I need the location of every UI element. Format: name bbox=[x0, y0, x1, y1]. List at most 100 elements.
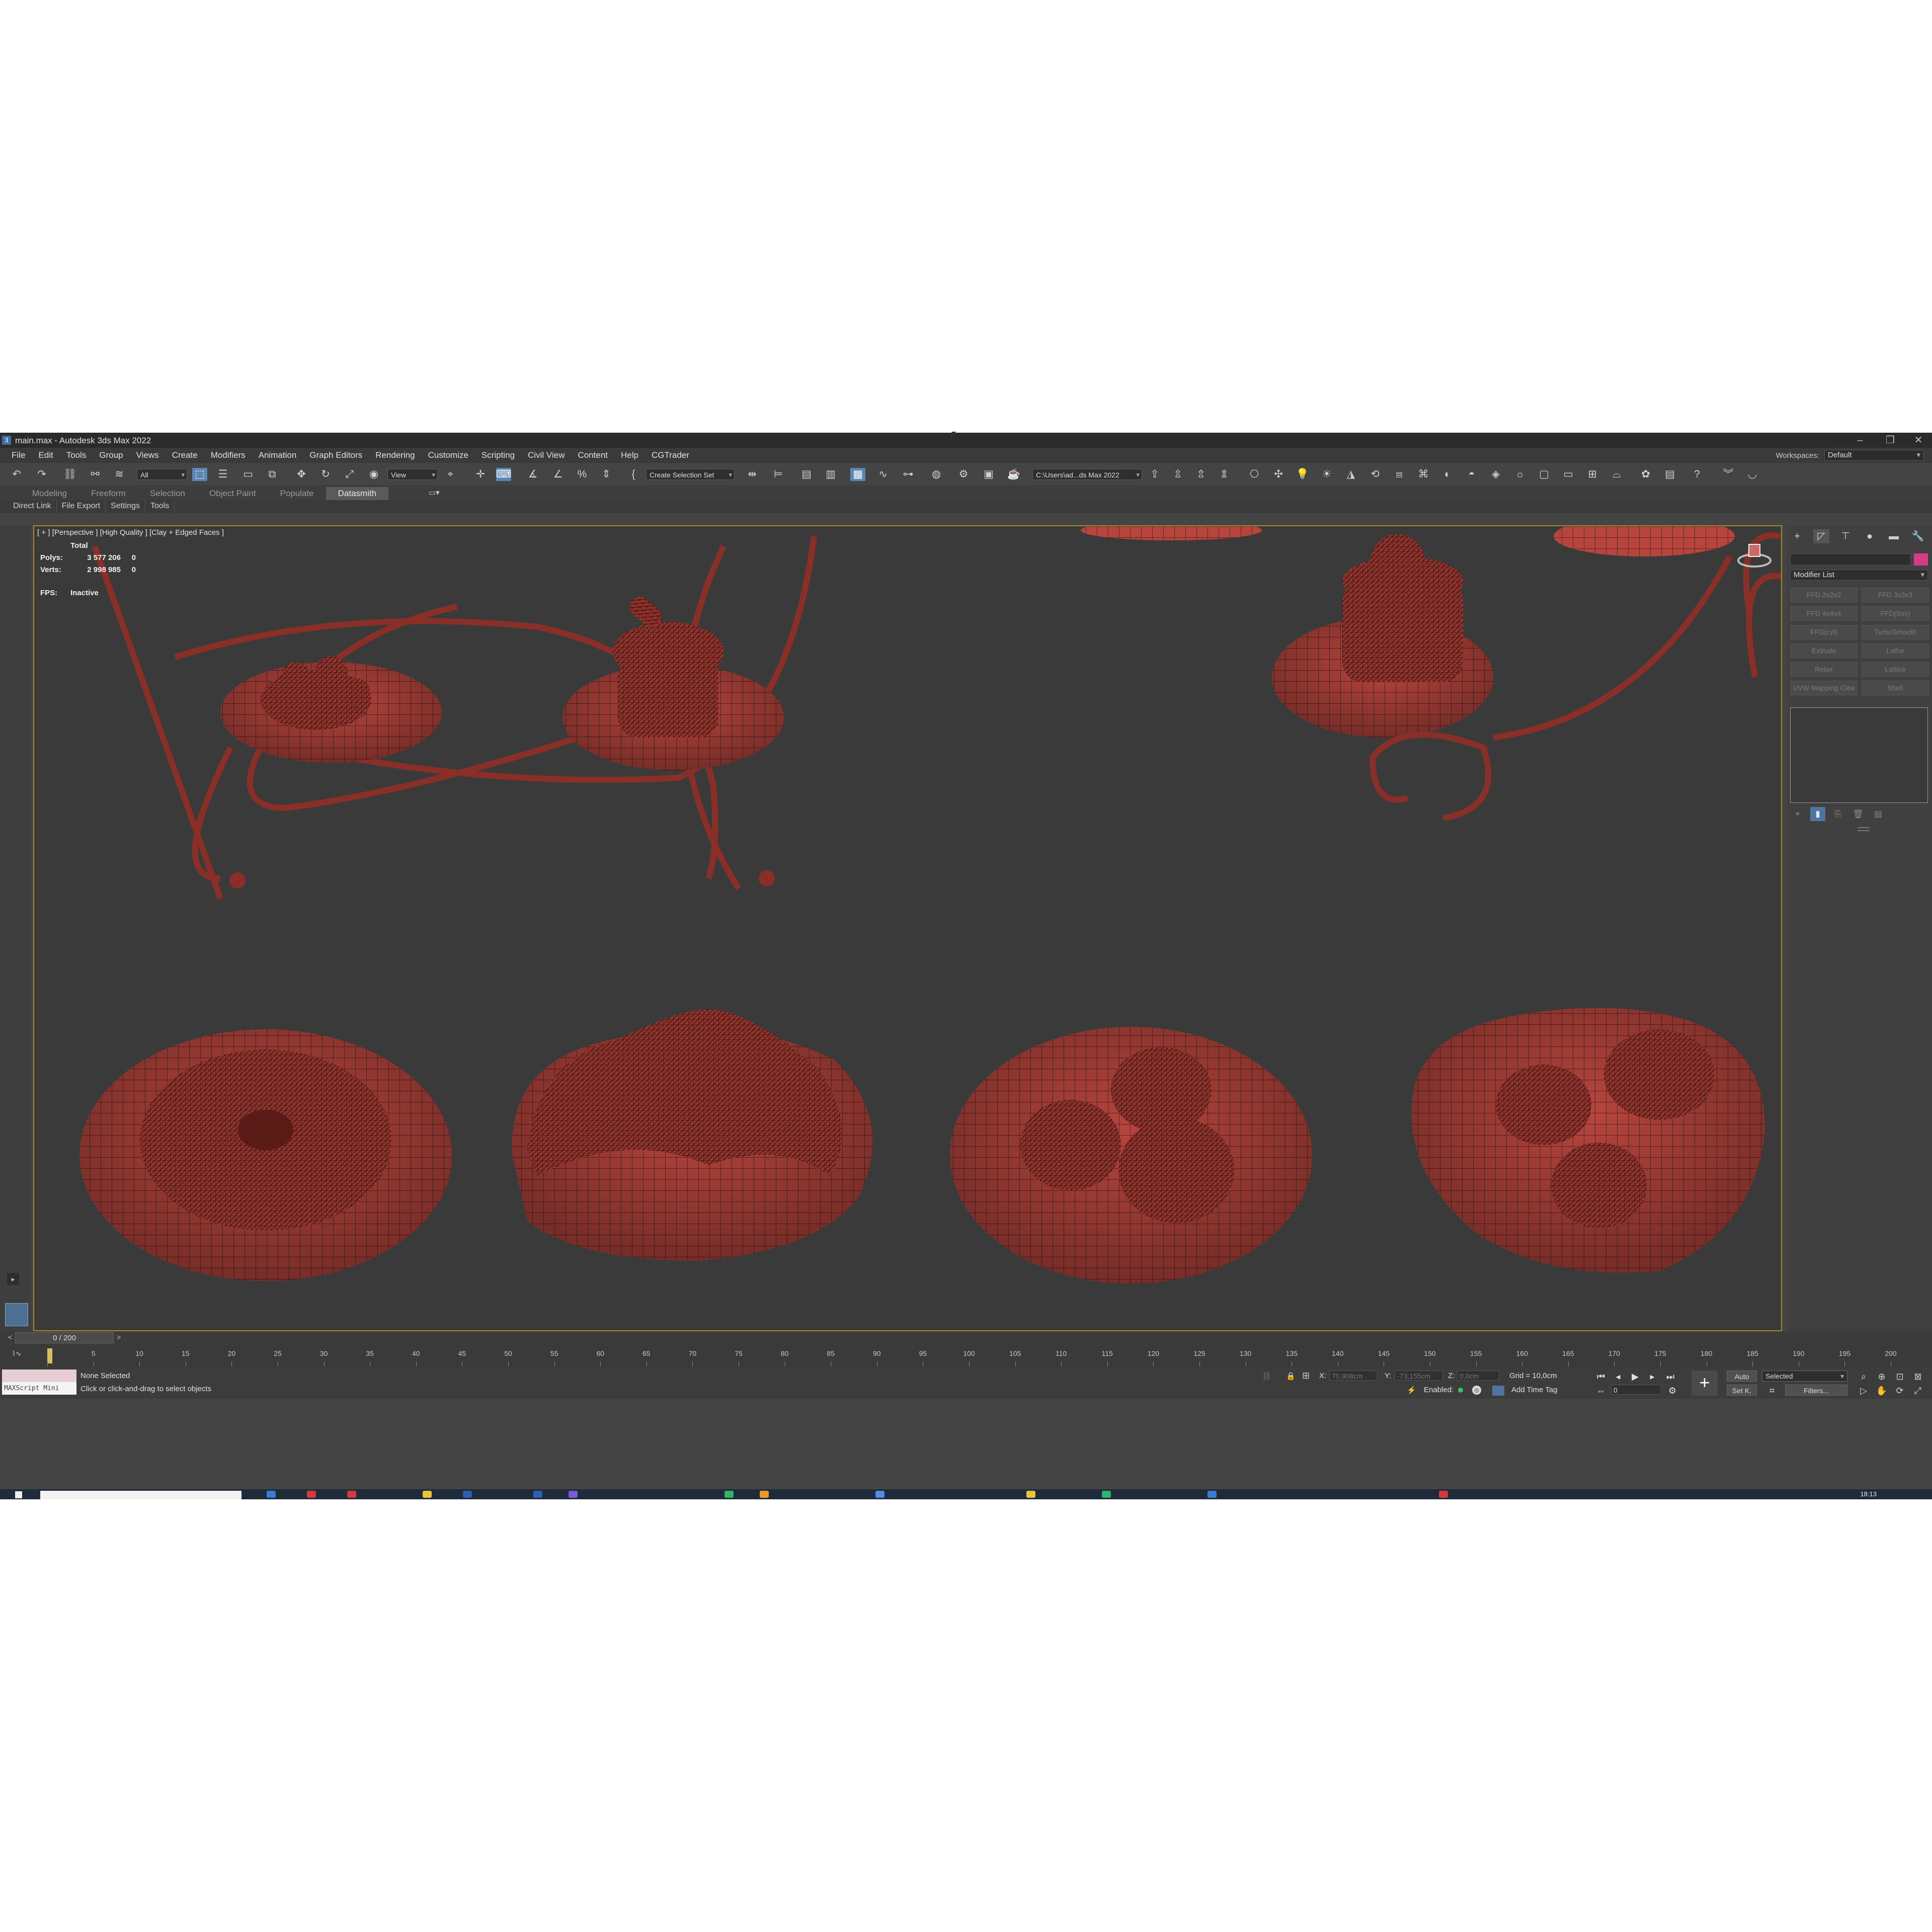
modifier-button[interactable]: Lattice bbox=[1862, 662, 1929, 677]
scale-icon[interactable]: ⤢ bbox=[342, 468, 357, 481]
viewport-layout-icon[interactable] bbox=[5, 1303, 28, 1326]
menu-modifiers[interactable]: Modifiers bbox=[204, 448, 252, 463]
maxscript-output[interactable] bbox=[2, 1370, 76, 1382]
place-icon[interactable]: ◉ bbox=[366, 468, 381, 481]
schematic-view-icon[interactable]: ⊶ bbox=[901, 468, 916, 481]
display-icon[interactable]: ▬ bbox=[1886, 529, 1902, 543]
make-unique-icon[interactable]: ⎘ bbox=[1830, 807, 1845, 821]
orbit-icon[interactable]: ⟳ bbox=[1893, 1385, 1907, 1397]
collapse-icon[interactable]: ︾ bbox=[1721, 468, 1736, 481]
helper-icon[interactable]: ✣ bbox=[1271, 468, 1286, 481]
modifier-button[interactable]: UVW Mapping Clea bbox=[1790, 681, 1858, 695]
zoom-extents-all-icon[interactable]: ⊠ bbox=[1911, 1371, 1925, 1383]
ribbon-tab-datasmith[interactable]: Datasmith bbox=[326, 487, 389, 500]
mirror-geometry-icon[interactable]: ◮ bbox=[1343, 468, 1358, 481]
help-icon[interactable]: ? bbox=[1689, 468, 1705, 481]
project-path-dropdown[interactable]: C:\Users\ad...ds Max 2022 bbox=[1032, 469, 1142, 480]
modifier-button[interactable]: FFD 4x4x4 bbox=[1790, 606, 1858, 621]
minimize-icon[interactable]: – bbox=[1848, 434, 1872, 447]
taskbar-app-icon[interactable] bbox=[347, 1491, 356, 1498]
align-icon[interactable]: ⊨ bbox=[771, 468, 786, 481]
render-view-icon[interactable]: ◈ bbox=[1488, 468, 1503, 481]
taskbar-app-icon[interactable] bbox=[267, 1491, 276, 1498]
taskbar-app-icon[interactable] bbox=[423, 1491, 432, 1498]
restore-icon[interactable]: ❐ bbox=[1879, 434, 1902, 447]
x-coordinate-field[interactable]: 70,908cm bbox=[1329, 1371, 1378, 1381]
menu-scripting[interactable]: Scripting bbox=[475, 448, 521, 463]
key-filters-button[interactable]: Filters... bbox=[1785, 1385, 1847, 1396]
taskbar-app-icon[interactable] bbox=[307, 1491, 316, 1498]
subtab-tools[interactable]: Tools bbox=[145, 500, 175, 513]
3ds-max-icon[interactable]: 3 bbox=[2, 436, 11, 445]
redo-icon[interactable]: ↷ bbox=[34, 468, 49, 481]
utilities-icon[interactable]: 🔧 bbox=[1910, 529, 1926, 543]
ribbon-tab-selection[interactable]: Selection bbox=[138, 487, 197, 500]
goto-end-icon[interactable]: ⏭ bbox=[1663, 1371, 1677, 1383]
mirror-icon[interactable]: ⇹ bbox=[745, 468, 760, 481]
array-icon[interactable]: ⟲ bbox=[1367, 468, 1383, 481]
editor-icon[interactable]: ▤ bbox=[1662, 468, 1677, 481]
modifier-button[interactable]: FFD(cyl) bbox=[1790, 625, 1858, 639]
unlink-icon[interactable]: ⚯ bbox=[88, 468, 103, 481]
viewport-label[interactable]: [ + ] [Perspective ] [High Quality ] [Cl… bbox=[37, 528, 224, 537]
current-frame-marker[interactable] bbox=[47, 1348, 52, 1363]
light-lister-icon[interactable]: ☼ bbox=[1512, 468, 1527, 481]
snaps-toggle-icon[interactable]: ∡ bbox=[525, 468, 540, 481]
grid-icon[interactable]: ⊞ bbox=[1585, 468, 1600, 481]
taskbar-app-icon[interactable] bbox=[1026, 1491, 1035, 1498]
menu-customize[interactable]: Customize bbox=[422, 448, 475, 463]
maximize-viewport-icon[interactable]: ⤢ bbox=[1911, 1385, 1925, 1397]
taskbar-app-icon[interactable] bbox=[1439, 1491, 1448, 1498]
plugin-icon[interactable]: ✿ bbox=[1638, 468, 1653, 481]
object-name-field[interactable] bbox=[1790, 553, 1911, 566]
hierarchy-icon[interactable]: ⊤ bbox=[1837, 529, 1854, 543]
close-icon[interactable]: ✕ bbox=[1907, 434, 1930, 447]
taskbar-app-icon[interactable] bbox=[1208, 1491, 1217, 1498]
prev-frame-icon[interactable]: < bbox=[5, 1332, 15, 1343]
ribbon-tab-populate[interactable]: Populate bbox=[268, 487, 326, 500]
start-icon[interactable] bbox=[15, 1491, 22, 1498]
layer-explorer-icon[interactable]: ▥ bbox=[823, 468, 838, 481]
taskbar-search[interactable] bbox=[40, 1491, 242, 1499]
toggle-ribbon-icon[interactable]: ▦ bbox=[850, 468, 865, 481]
menu-create[interactable]: Create bbox=[166, 448, 204, 463]
select-object-icon[interactable]: ⬚ bbox=[192, 468, 207, 481]
spinner-snap-icon[interactable]: ⇕ bbox=[599, 468, 614, 481]
move-icon[interactable]: ✥ bbox=[294, 468, 309, 481]
camera-icon[interactable]: ⎔ bbox=[1247, 468, 1262, 481]
teapot-icon[interactable]: ⌓ bbox=[1609, 468, 1624, 481]
frame-ruler[interactable]: 5 10 15 20 25 30 35 40 45 50 55 60 65 70 75 80 85 90 95 100… bbox=[47, 1345, 1897, 1367]
rendered-frame-window-icon[interactable]: ▣ bbox=[981, 468, 996, 481]
modifier-button[interactable]: FFD 2x2x2 bbox=[1790, 588, 1858, 602]
select-manipulate-icon[interactable]: ✛ bbox=[473, 468, 488, 481]
field-of-view-icon[interactable]: ▷ bbox=[1857, 1385, 1871, 1397]
subtab-settings[interactable]: Settings bbox=[106, 500, 145, 513]
ribbon-tab-freeform[interactable]: Freeform bbox=[79, 487, 138, 500]
maxscript-listener[interactable]: MAXScript Mini bbox=[2, 1370, 76, 1396]
menu-edit[interactable]: Edit bbox=[32, 448, 59, 463]
clone-icon[interactable]: ⧈ bbox=[1392, 468, 1407, 481]
menu-graph-editors[interactable]: Graph Editors bbox=[303, 448, 369, 463]
rotate-icon[interactable]: ↻ bbox=[318, 468, 333, 481]
datasmith-connections-icon[interactable]: ⇭ bbox=[1217, 468, 1232, 481]
menu-tools[interactable]: Tools bbox=[60, 448, 93, 463]
modifier-button[interactable]: FFD 3x3x3 bbox=[1862, 588, 1929, 602]
taskbar-app-icon[interactable] bbox=[463, 1491, 472, 1498]
redo-cycle-icon[interactable]: ◡ bbox=[1745, 468, 1760, 481]
zoom-icon[interactable]: ⌕ bbox=[1857, 1371, 1871, 1383]
key-filters-icon[interactable]: ⌗ bbox=[1765, 1385, 1779, 1397]
next-key-icon[interactable]: ▸ bbox=[1645, 1371, 1659, 1383]
taskbar-app-icon[interactable] bbox=[875, 1491, 884, 1498]
link-icon[interactable]: ⛓ bbox=[62, 468, 77, 481]
expand-icon[interactable]: ▸ bbox=[7, 1273, 19, 1285]
menu-views[interactable]: Views bbox=[130, 448, 166, 463]
set-key-icon[interactable]: + bbox=[1692, 1371, 1718, 1396]
curve-editor-icon[interactable]: ∿ bbox=[875, 468, 891, 481]
panel-resize-handle[interactable] bbox=[1858, 827, 1870, 831]
datasmith-export-icon[interactable]: ⇫ bbox=[1170, 468, 1185, 481]
set-key-button[interactable]: Set K. bbox=[1727, 1385, 1757, 1396]
play-icon[interactable]: ▶ bbox=[1628, 1371, 1642, 1383]
key-selection-dropdown[interactable]: Selected bbox=[1762, 1371, 1847, 1382]
current-frame-field[interactable]: 0 bbox=[1611, 1385, 1661, 1395]
ribbon-tab-object-paint[interactable]: Object Paint bbox=[197, 487, 268, 500]
